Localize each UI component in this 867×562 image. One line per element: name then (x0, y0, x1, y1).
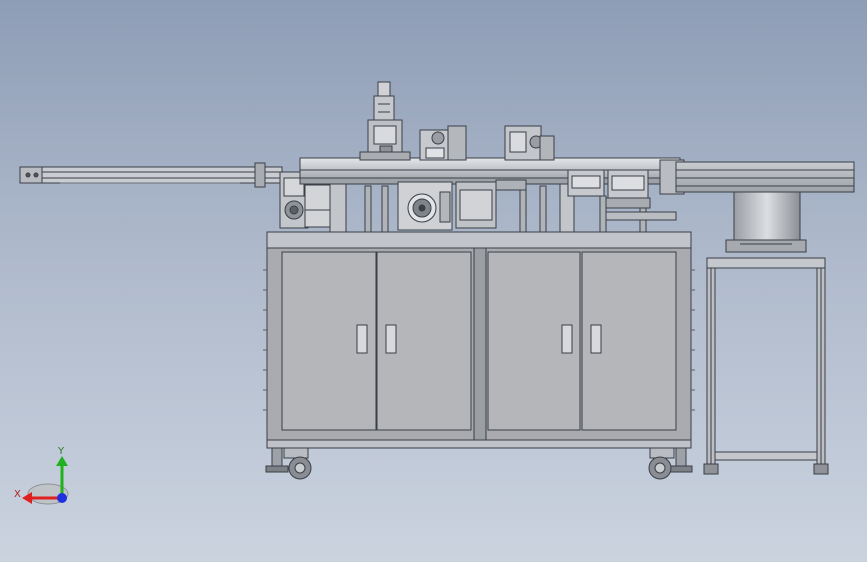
press-cylinder-tower (359, 81, 411, 161)
y-axis-label: Y (57, 446, 65, 457)
y-axis-arrowhead (56, 456, 68, 466)
vibratory-bowl-feeder (675, 161, 855, 253)
caster-wheel-left (265, 447, 312, 480)
cabinet-door-1[interactable] (281, 251, 377, 431)
cutter-module-b (504, 125, 555, 161)
cabinet-door-4[interactable] (581, 251, 677, 431)
machine-assembly-drawing: Y X (14, 81, 855, 505)
z-axis-dot (57, 493, 67, 503)
cutter-module-a (419, 125, 467, 161)
cabinet-door-3[interactable] (487, 251, 581, 431)
center-winding-unit (397, 179, 527, 231)
caster-wheel-right (648, 447, 693, 480)
feed-conveyor-arm (19, 162, 283, 188)
coordinate-triad: Y X (14, 446, 69, 505)
x-axis-label: X (14, 489, 21, 500)
bowl-feeder-stand (703, 257, 829, 475)
cabinet-door-2[interactable] (376, 251, 472, 431)
cad-viewport[interactable]: Y X (0, 0, 867, 562)
x-axis-arrowhead (22, 492, 32, 504)
